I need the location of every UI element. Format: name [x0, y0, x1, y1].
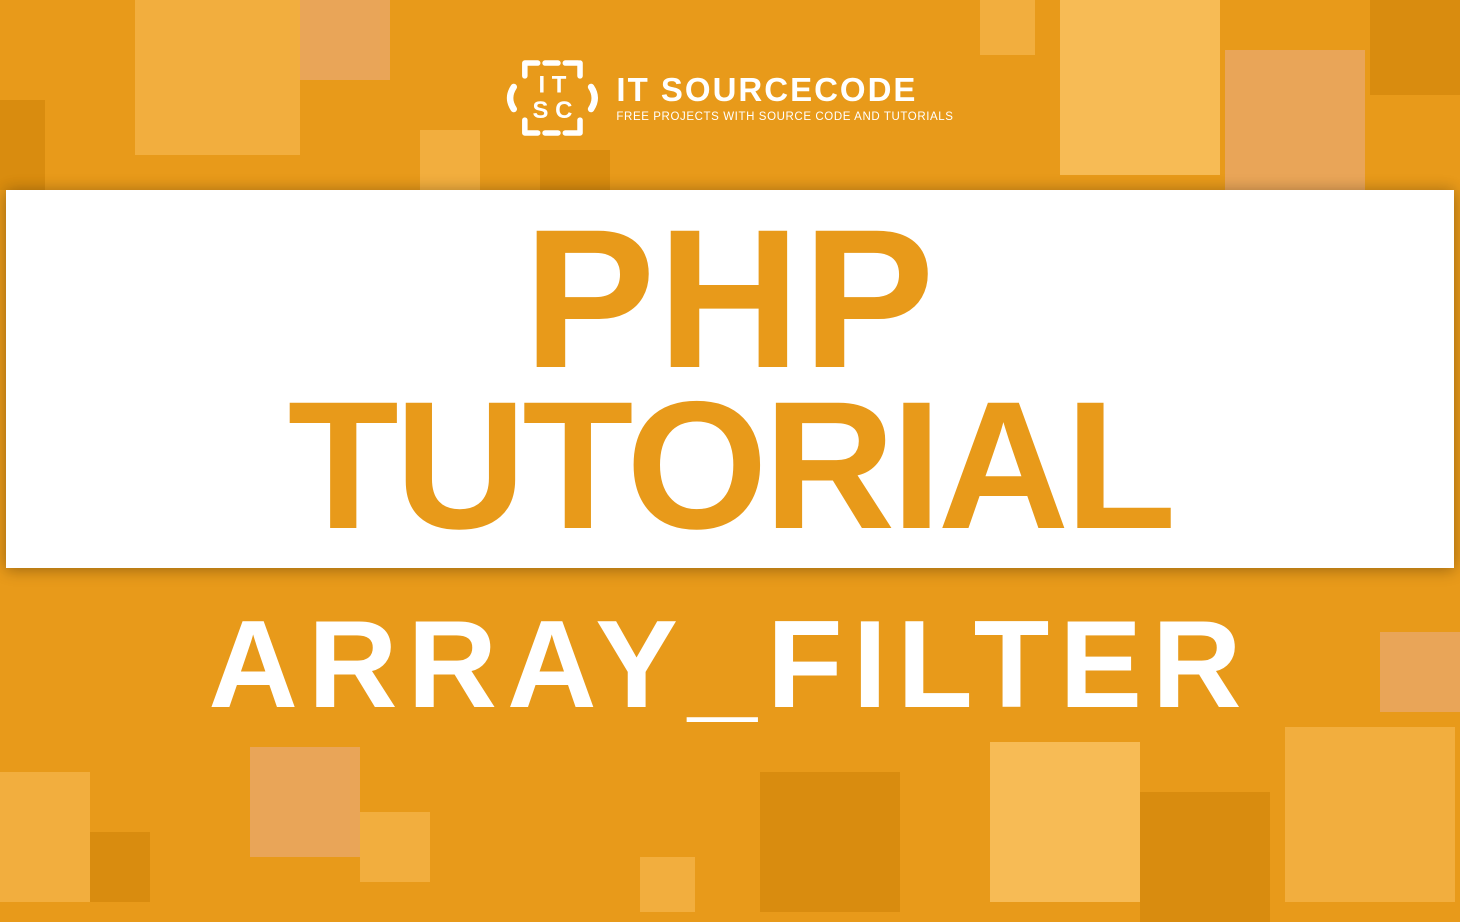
- title-line-1: PHP: [288, 210, 1173, 388]
- decorative-square: [0, 100, 45, 190]
- decorative-square: [0, 772, 90, 902]
- svg-text:S C: S C: [532, 97, 572, 124]
- title-band: PHP TUTORIAL: [6, 190, 1454, 568]
- decorative-square: [1060, 0, 1220, 175]
- decorative-square: [1370, 0, 1460, 95]
- decorative-square: [540, 150, 610, 190]
- title-line-2: TUTORIAL: [288, 384, 1173, 548]
- brand-name: IT SOURCECODE: [616, 73, 953, 106]
- decorative-square: [360, 812, 430, 882]
- decorative-square: [640, 857, 695, 912]
- svg-text:I T: I T: [538, 71, 566, 98]
- decorative-square: [980, 0, 1035, 55]
- logo-icon: I T S C: [506, 52, 598, 144]
- decorative-square: [1225, 50, 1365, 190]
- title-stack: PHP TUTORIAL: [288, 210, 1173, 548]
- brand-logo: I T S C IT SOURCECODE FREE PROJECTS WITH…: [506, 52, 953, 144]
- decorative-square: [1285, 727, 1455, 902]
- decorative-square: [300, 0, 390, 80]
- decorative-square: [135, 0, 300, 155]
- decorative-square: [250, 747, 360, 857]
- decorative-square: [990, 742, 1140, 902]
- decorative-square: [1140, 792, 1270, 922]
- header-band: I T S C IT SOURCECODE FREE PROJECTS WITH…: [0, 0, 1460, 190]
- decorative-square: [420, 130, 480, 190]
- subtitle: ARRAY_FILTER: [0, 594, 1460, 736]
- decorative-square: [760, 772, 900, 912]
- brand-text: IT SOURCECODE FREE PROJECTS WITH SOURCE …: [616, 73, 953, 123]
- brand-tagline: FREE PROJECTS WITH SOURCE CODE AND TUTOR…: [616, 111, 953, 123]
- decorative-square: [90, 832, 150, 902]
